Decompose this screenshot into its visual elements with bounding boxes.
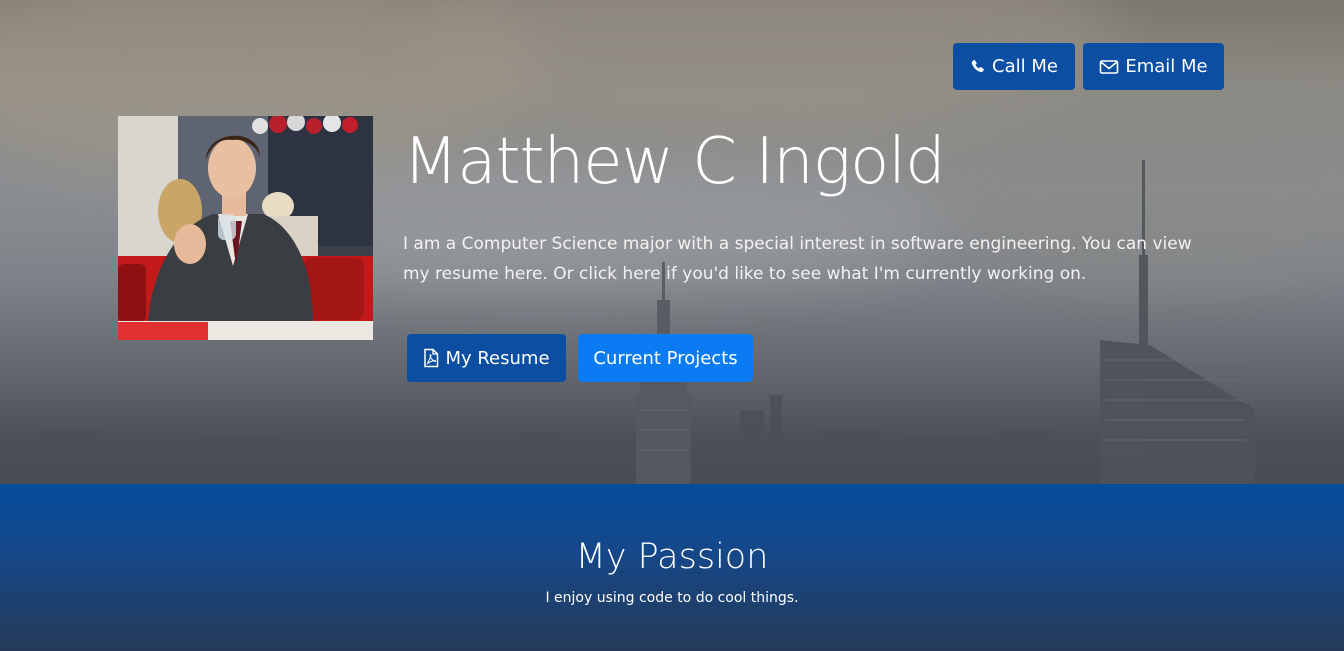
current-projects-label: Current Projects	[593, 347, 738, 369]
phone-icon	[970, 59, 986, 75]
hero-section: Call Me Email Me Matthew C Ingold I am a…	[0, 0, 1344, 484]
call-me-label: Call Me	[992, 56, 1058, 77]
envelope-icon	[1099, 59, 1119, 75]
current-projects-button[interactable]: Current Projects	[578, 334, 753, 382]
email-me-button[interactable]: Email Me	[1083, 43, 1224, 90]
call-me-button[interactable]: Call Me	[953, 43, 1075, 90]
my-resume-button[interactable]: My Resume	[407, 334, 566, 382]
my-resume-label: My Resume	[445, 347, 550, 369]
passion-section: My Passion I enjoy using code to do cool…	[0, 484, 1344, 651]
page-title: Matthew C Ingold	[403, 125, 946, 199]
passion-heading: My Passion	[575, 537, 769, 577]
email-me-label: Email Me	[1125, 56, 1208, 77]
pdf-file-icon	[423, 348, 439, 368]
passion-text: I enjoy using code to do cool things.	[545, 590, 799, 606]
intro-text: I am a Computer Science major with a spe…	[403, 234, 1192, 284]
profile-photo	[118, 116, 373, 340]
